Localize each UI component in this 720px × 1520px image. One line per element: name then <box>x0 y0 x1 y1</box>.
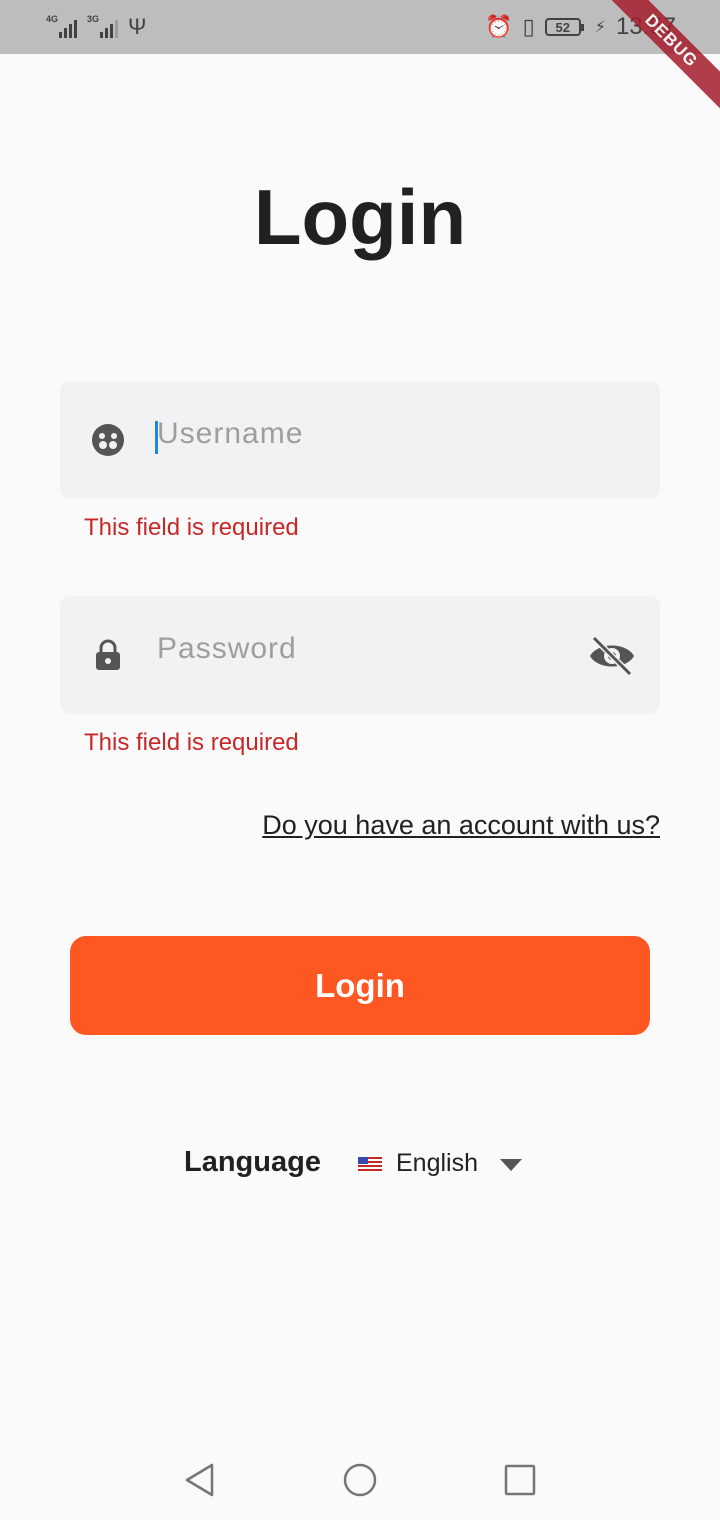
account-link[interactable]: Do you have an account with us? <box>262 810 660 841</box>
language-dropdown[interactable]: English <box>396 1149 478 1178</box>
charging-icon: ⚡ <box>594 19 606 36</box>
page-title: Login <box>253 173 467 261</box>
status-bar: 4G 3G Ψ ⏰ ▯ 52 ⚡ 13:57 <box>0 0 720 54</box>
language-label: Language <box>184 1146 321 1178</box>
login-button[interactable]: Login <box>70 936 650 1035</box>
vibrate-icon: ▯ <box>522 14 535 39</box>
system-nav-bar <box>0 1440 720 1520</box>
usb-icon: Ψ <box>128 14 147 39</box>
lock-icon <box>96 639 120 670</box>
signal-icon-2: 3G <box>87 14 118 38</box>
network-type: 4G <box>46 14 59 24</box>
us-flag-icon <box>358 1157 382 1171</box>
battery-icon: 52 <box>544 18 584 36</box>
face-icon <box>92 424 124 456</box>
language-row: Language English <box>0 1140 720 1190</box>
username-field[interactable]: Username <box>60 381 660 499</box>
dropdown-arrow-icon[interactable] <box>500 1159 522 1171</box>
back-icon[interactable] <box>182 1462 218 1498</box>
recents-icon[interactable] <box>502 1462 538 1498</box>
password-input[interactable]: Password <box>157 632 297 666</box>
status-left: 4G 3G Ψ <box>46 14 147 39</box>
network-type-2: 3G <box>87 14 100 24</box>
alarm-icon: ⏰ <box>485 14 513 39</box>
signal-icon: 4G <box>46 14 77 38</box>
password-field[interactable]: Password <box>60 596 660 714</box>
username-error: This field is required <box>84 514 299 541</box>
visibility-off-icon[interactable] <box>588 636 636 676</box>
username-input[interactable]: Username <box>157 417 303 451</box>
home-icon[interactable] <box>342 1462 378 1498</box>
password-error: This field is required <box>84 729 299 756</box>
